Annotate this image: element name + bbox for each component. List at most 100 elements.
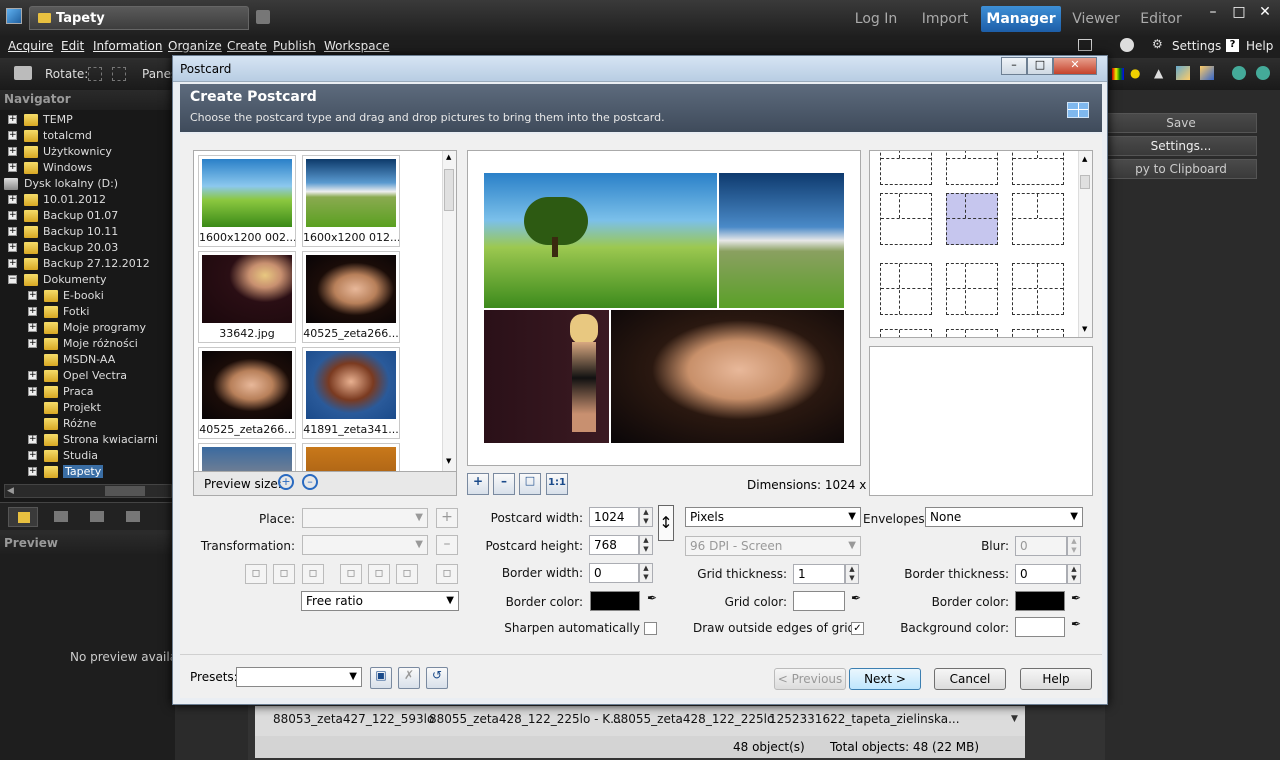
zoom-out-icon[interactable] [1256, 66, 1270, 80]
photo-icon[interactable] [1200, 66, 1214, 80]
next-button[interactable]: Next > [849, 668, 921, 690]
scroll-thumb[interactable] [444, 169, 454, 211]
expand-icon[interactable]: + [8, 163, 17, 172]
actual-size-icon[interactable]: 1:1 [546, 473, 568, 495]
expand-icon[interactable]: + [28, 339, 37, 348]
border-thickness-spinner[interactable]: ▲ ▼ [1067, 564, 1081, 584]
draw-edges-checkbox[interactable]: ✓ [851, 622, 864, 635]
add-place-button[interactable]: + [436, 508, 458, 528]
expand-icon[interactable]: + [28, 451, 37, 460]
user-icon[interactable] [1120, 38, 1134, 52]
align-top-icon[interactable]: ▫ [340, 564, 362, 584]
postcard-collage[interactable] [484, 173, 844, 443]
expand-icon[interactable]: + [8, 131, 17, 140]
rotate-left-icon[interactable] [88, 67, 102, 81]
menu-organize[interactable]: Organize [168, 39, 222, 53]
grid-thickness-input[interactable]: 1 [793, 564, 845, 584]
previous-button[interactable]: < Previous [774, 668, 846, 690]
bulb-icon[interactable]: ● [1130, 66, 1140, 80]
layout-option[interactable] [1012, 329, 1064, 337]
thumbnail-scrollbar[interactable]: ▲ ▼ [442, 151, 456, 471]
file-item[interactable]: 1252331622_tapeta_zielinska... [769, 712, 960, 726]
expand-icon[interactable]: + [28, 307, 37, 316]
image-icon[interactable] [1176, 66, 1190, 80]
border-width-input[interactable]: 0 [589, 563, 639, 583]
edit-pencil-icon[interactable] [256, 10, 270, 24]
expand-icon[interactable]: + [8, 227, 17, 236]
border-color2-swatch[interactable] [1015, 591, 1065, 611]
canvas-zoom-in-button[interactable]: + [467, 473, 489, 495]
menu-workspace[interactable]: Workspace [324, 39, 390, 53]
help-button[interactable]: Help [1020, 668, 1092, 690]
layout-scrollbar[interactable]: ▲ ▼ [1078, 151, 1092, 337]
rotate-right-icon[interactable] [112, 67, 126, 81]
menu-create[interactable]: Create [227, 39, 267, 53]
thumbnail[interactable]: 1600x1200 012.... [302, 155, 400, 247]
blur-spinner[interactable]: ▲ ▼ [1067, 536, 1081, 556]
mode-editor[interactable]: Editor [1132, 6, 1190, 32]
expand-icon[interactable]: + [28, 435, 37, 444]
scroll-left-icon[interactable]: ◀ [7, 486, 14, 496]
collections-tab-icon[interactable] [90, 511, 104, 522]
save-preset-icon[interactable]: ▣ [370, 667, 392, 689]
zoom-out-icon[interactable]: – [302, 474, 318, 490]
zoom-in-icon[interactable] [1232, 66, 1246, 80]
app-tab[interactable]: Tapety [29, 6, 249, 30]
units-select[interactable]: Pixels ▼ [685, 507, 861, 527]
file-item[interactable]: 88055_zeta428_122_225lo - K... [429, 712, 622, 726]
thumbnail[interactable]: 41891_zeta341... [302, 347, 400, 439]
thumbnail[interactable]: 1600x1200 002.... [198, 155, 296, 247]
file-item[interactable]: 88053_zeta427_122_593lo [273, 712, 434, 726]
camera-icon[interactable] [14, 66, 32, 80]
expand-icon[interactable]: + [28, 371, 37, 380]
lock-aspect-icon[interactable]: ↕ [658, 505, 674, 541]
border-width-spinner[interactable]: ▲ ▼ [639, 563, 653, 583]
mode-login[interactable]: Log In [846, 6, 906, 32]
close-icon[interactable]: ✕ [1252, 4, 1278, 20]
layout-option[interactable] [946, 263, 998, 315]
thumbnail[interactable]: 40525_zeta266... [302, 251, 400, 343]
center-all-icon[interactable]: ▫ [436, 564, 458, 584]
width-spinner[interactable]: ▲ ▼ [639, 507, 653, 527]
dialog-minimize-icon[interactable]: – [1001, 57, 1027, 75]
border-color-swatch[interactable] [590, 591, 640, 611]
file-item[interactable]: 88055_zeta428_122_225lo [613, 712, 774, 726]
transformation-select[interactable]: ▼ [302, 535, 428, 555]
copy-clipboard-button[interactable]: py to Clipboard [1105, 159, 1257, 179]
minimize-icon[interactable]: – [1200, 4, 1226, 20]
expand-icon[interactable]: + [28, 467, 37, 476]
help-menu[interactable]: Help [1246, 39, 1273, 53]
thumbnail[interactable]: 33642.jpg [198, 251, 296, 343]
delete-preset-icon[interactable]: ✗ [398, 667, 420, 689]
collage-cell-blonde[interactable] [484, 310, 609, 443]
eyedropper-icon[interactable]: ✒ [847, 591, 865, 611]
layout-option[interactable] [880, 151, 932, 185]
expand-icon[interactable]: + [8, 115, 17, 124]
favorites-tab-icon[interactable] [54, 511, 68, 522]
canvas-zoom-out-button[interactable]: – [493, 473, 515, 495]
layout-option[interactable] [946, 329, 998, 337]
expand-icon[interactable]: + [28, 291, 37, 300]
align-bottom-icon[interactable]: ▫ [396, 564, 418, 584]
menu-publish[interactable]: Publish [273, 39, 316, 53]
color-icon[interactable] [1112, 68, 1124, 80]
thumbnail[interactable] [198, 443, 296, 471]
layout-option[interactable] [946, 151, 998, 185]
collage-cell-meadow[interactable] [484, 173, 717, 308]
menu-information[interactable]: Information [93, 39, 162, 53]
postcard-width-input[interactable]: 1024 [589, 507, 639, 527]
folders-tab[interactable] [8, 507, 38, 527]
sharpen-checkbox[interactable] [644, 622, 657, 635]
layout-option[interactable] [880, 329, 932, 337]
gear-icon[interactable]: ⚙ [1152, 37, 1163, 51]
border-thickness-input[interactable]: 0 [1015, 564, 1067, 584]
layout-option[interactable] [1012, 193, 1064, 245]
expand-icon[interactable]: + [28, 323, 37, 332]
collage-cell-mountains[interactable] [719, 173, 844, 308]
align-left-icon[interactable]: ▫ [245, 564, 267, 584]
fit-to-window-icon[interactable]: □ [519, 473, 541, 495]
expand-icon[interactable]: + [8, 147, 17, 156]
expand-icon[interactable]: + [28, 387, 37, 396]
thumbnail[interactable] [302, 443, 400, 471]
align-right-icon[interactable]: ▫ [302, 564, 324, 584]
